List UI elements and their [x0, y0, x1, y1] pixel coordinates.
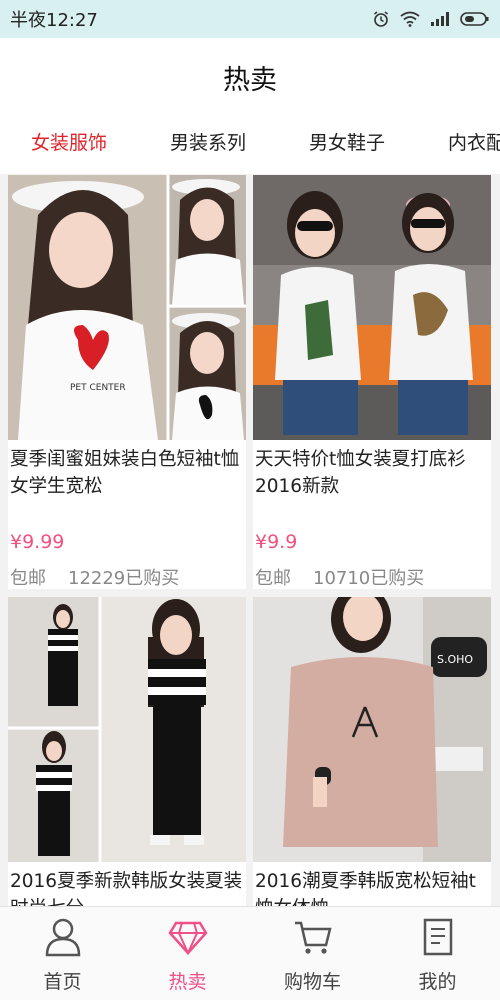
nav-mine[interactable]: 我的 [375, 907, 500, 1000]
document-icon [418, 917, 458, 961]
product-card[interactable]: PET CENTER 夏季闺蜜姐妹装白色短袖t恤女学生宽松 ¥9.99 包邮 1… [8, 175, 246, 589]
tab-underwear[interactable]: 内衣配 [448, 128, 500, 155]
product-price: ¥9.99 [10, 531, 65, 553]
status-icons [372, 10, 490, 28]
nav-label: 首页 [43, 971, 82, 993]
status-time: 半夜12:27 [10, 10, 98, 31]
product-meta: 包邮 12229已购买 [8, 557, 246, 589]
nav-home[interactable]: 首页 [0, 907, 125, 1000]
product-title[interactable]: 2016夏季新款韩版女装夏装时尚七分 [8, 862, 246, 906]
nav-label: 我的 [418, 971, 457, 993]
product-image[interactable] [253, 175, 491, 440]
nav-label: 购物车 [283, 971, 341, 993]
person-icon [43, 917, 83, 961]
product-title[interactable]: 2016潮夏季韩版宽松短袖t恤女体恤 [253, 862, 491, 906]
sold-count: 12229已购买 [68, 568, 180, 589]
product-title[interactable]: 天天特价t恤女装夏打底衫2016新款 [253, 440, 491, 502]
alarm-icon [372, 10, 390, 28]
title-bar: 热卖 [0, 38, 500, 106]
product-card[interactable]: 2016夏季新款韩版女装夏装时尚七分 [8, 597, 246, 906]
product-meta: 包邮 10710已购买 [253, 557, 491, 589]
svg-text:S.OHO: S.OHO [437, 653, 473, 666]
product-image[interactable]: S.OHO [253, 597, 491, 862]
bottom-nav: 首页 热卖 购物车 我的 [0, 906, 500, 1000]
nav-hot[interactable]: 热卖 [125, 907, 250, 1000]
svg-text:PET CENTER: PET CENTER [70, 383, 126, 393]
nav-label: 热卖 [168, 971, 207, 993]
product-image[interactable] [8, 597, 246, 862]
product-grid: PET CENTER 夏季闺蜜姐妹装白色短袖t恤女学生宽松 ¥9.99 包邮 1… [0, 174, 500, 906]
cart-icon [293, 917, 333, 961]
wifi-icon [400, 11, 420, 27]
product-card[interactable]: 天天特价t恤女装夏打底衫2016新款 ¥9.9 包邮 10710已购买 [253, 175, 491, 589]
page-title: 热卖 [223, 64, 277, 96]
status-bar: 半夜12:27 [0, 0, 500, 38]
shipping-label: 包邮 [255, 568, 291, 589]
diamond-icon [167, 917, 208, 961]
product-image[interactable]: PET CENTER [8, 175, 246, 440]
product-card[interactable]: S.OHO 2016潮夏季韩版宽松短袖t恤女体恤 [253, 597, 491, 906]
product-price: ¥9.9 [255, 531, 298, 553]
category-tabs: 女装服饰 男装系列 男女鞋子 内衣配 [0, 106, 500, 174]
tab-shoes[interactable]: 男女鞋子 [309, 128, 385, 155]
product-title[interactable]: 夏季闺蜜姐妹装白色短袖t恤女学生宽松 [8, 440, 246, 502]
signal-icon [430, 11, 450, 27]
tab-women-clothing[interactable]: 女装服饰 [31, 128, 107, 155]
battery-icon [460, 11, 490, 27]
shipping-label: 包邮 [10, 568, 46, 589]
nav-cart[interactable]: 购物车 [250, 907, 375, 1000]
tab-men-clothing[interactable]: 男装系列 [170, 128, 246, 155]
sold-count: 10710已购买 [313, 568, 425, 589]
